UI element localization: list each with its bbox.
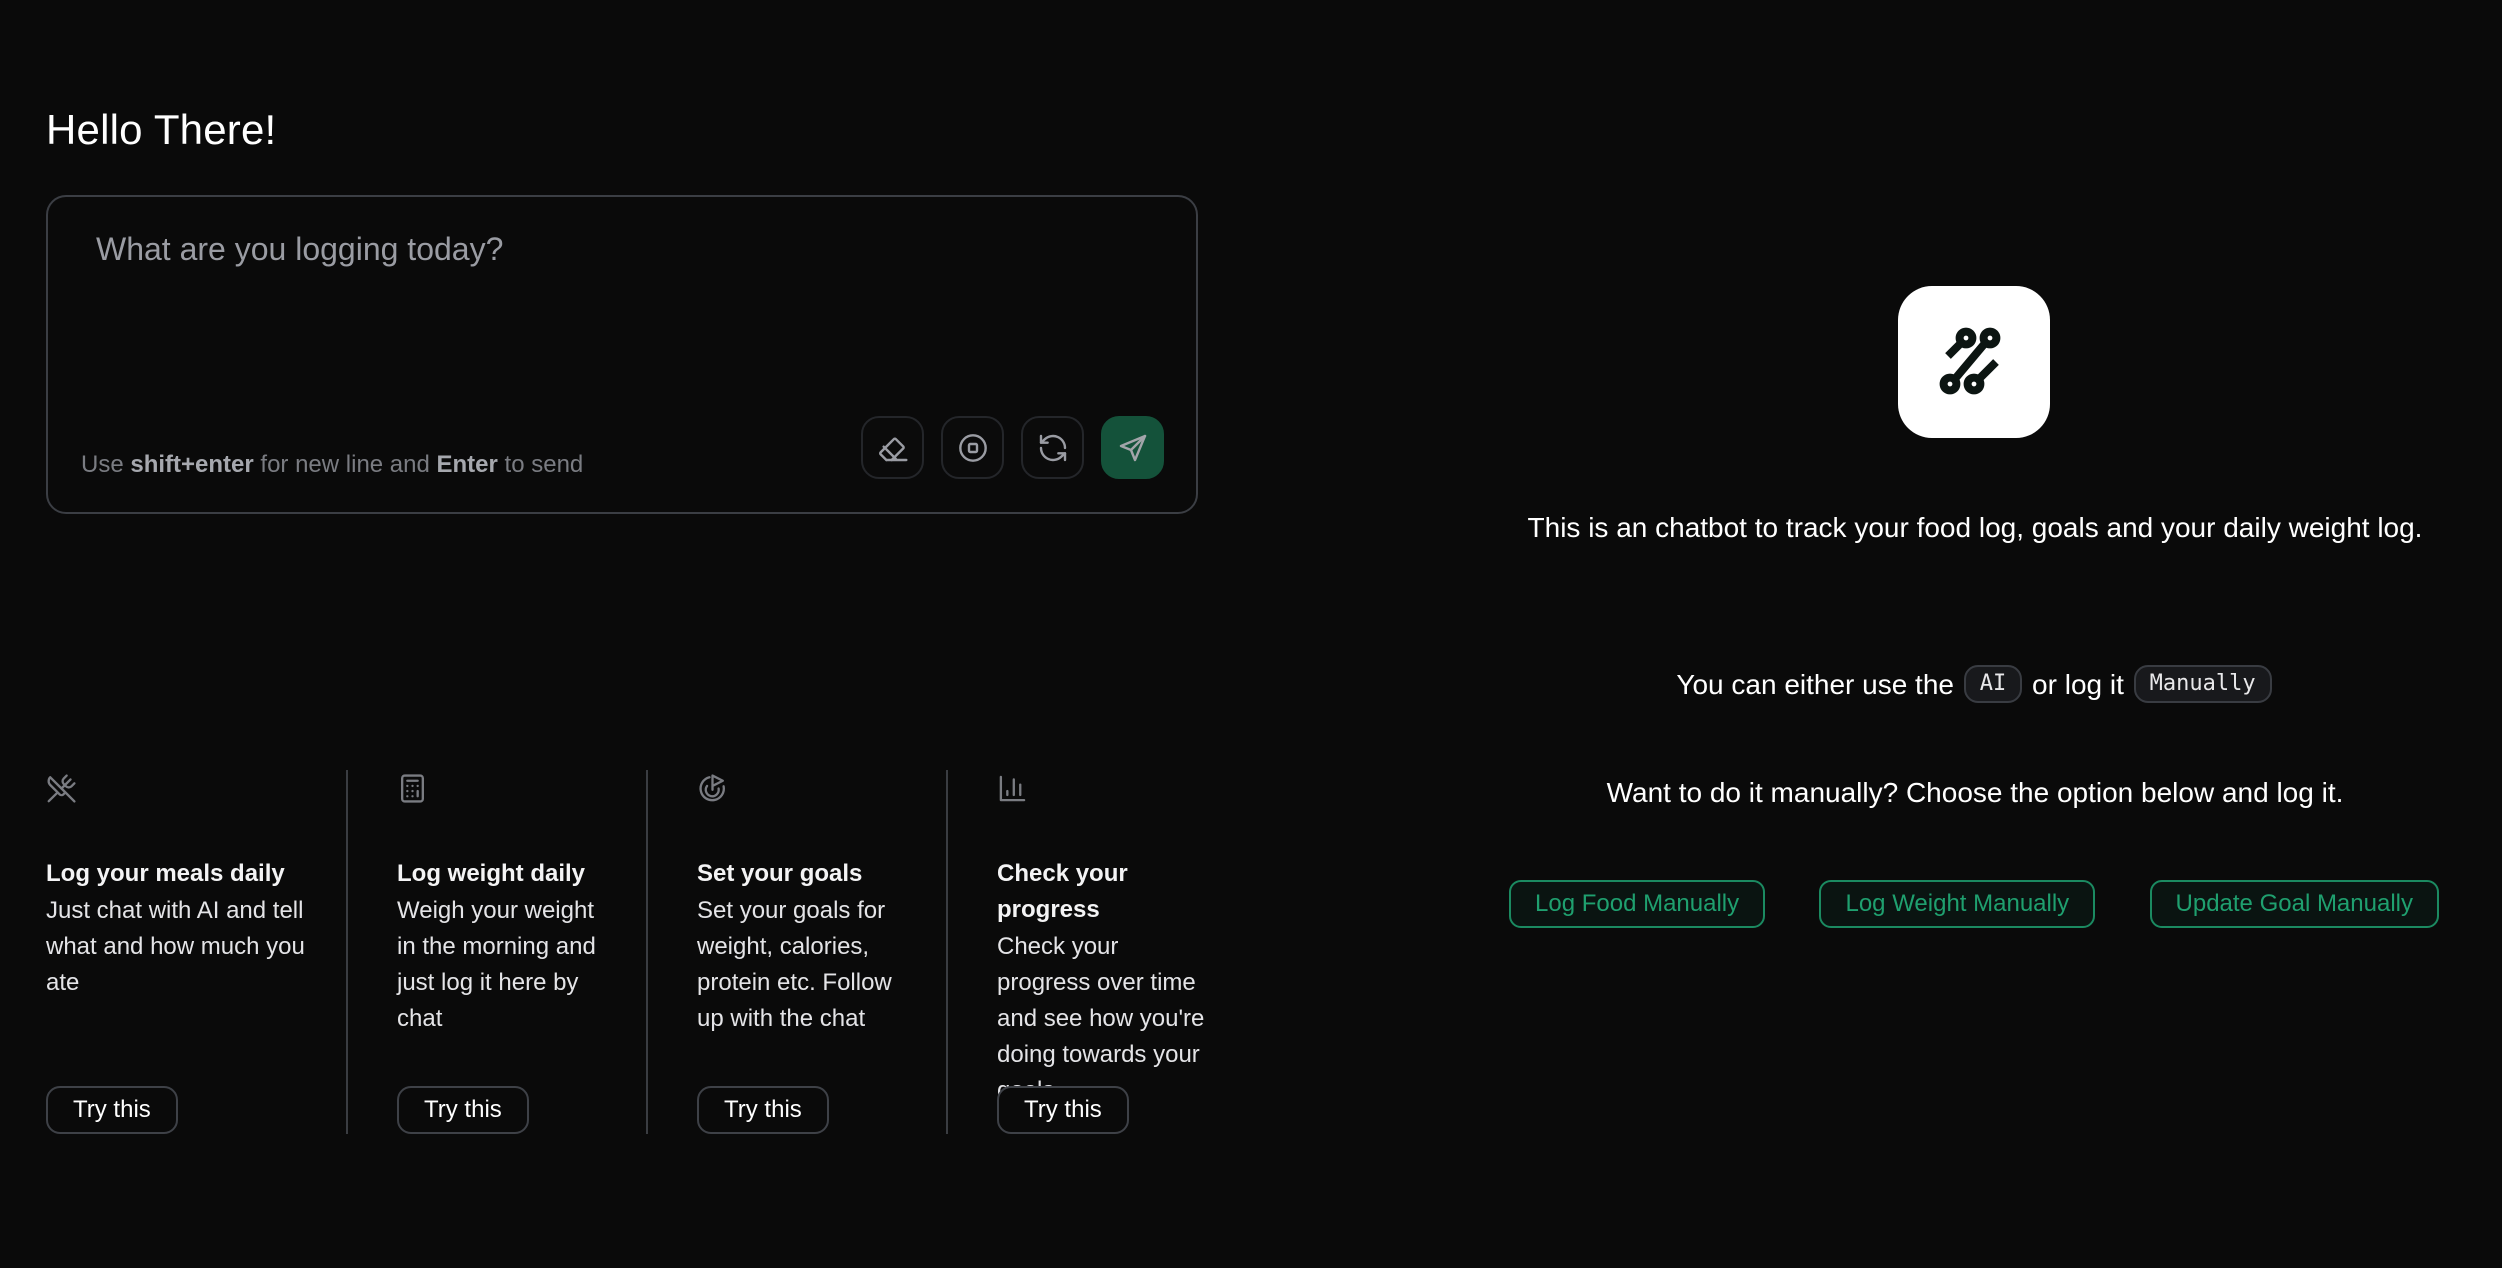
- feature-card: Log weight daily Weigh your weight in th…: [346, 770, 646, 1134]
- hint-text: to send: [497, 451, 584, 478]
- mode-text: You can either use the AI or log it Manu…: [1500, 662, 2450, 708]
- input-hint: Use shift+enter for new line and Enter t…: [81, 451, 583, 479]
- hint-text: for new line and: [253, 451, 437, 478]
- hint-text: Use: [81, 451, 131, 478]
- regenerate-button[interactable]: [1021, 416, 1084, 479]
- mode-text-prefix: You can either use the: [1676, 669, 1954, 700]
- info-panel: This is an chatbot to track your food lo…: [1500, 0, 2450, 1268]
- feature-description: Weigh your weight in the morning and jus…: [397, 897, 596, 1032]
- goal-icon: [699, 774, 725, 802]
- try-this-button[interactable]: Try this: [997, 1086, 1129, 1134]
- chat-input[interactable]: [96, 231, 1136, 381]
- feature-card: Check your progress Check your progress …: [946, 770, 1246, 1134]
- update-goal-manually-button[interactable]: Update Goal Manually: [2149, 880, 2439, 928]
- refresh-icon: [1039, 434, 1066, 461]
- log-weight-manually-button[interactable]: Log Weight Manually: [1819, 880, 2096, 928]
- manual-prompt: Want to do it manually? Choose the optio…: [1606, 777, 2344, 808]
- feature-title: Log weight daily: [397, 860, 586, 887]
- try-this-button[interactable]: Try this: [46, 1086, 178, 1134]
- stop-button[interactable]: [941, 416, 1004, 479]
- feature-title: Check your progress: [997, 860, 1128, 923]
- utensils-crossed-icon: [47, 774, 76, 803]
- ai-pill: AI: [1963, 664, 2023, 703]
- hint-key-enter: Enter: [436, 451, 498, 478]
- calculator-icon: [401, 774, 424, 803]
- send-button[interactable]: [1101, 416, 1164, 479]
- chat-composer: Use shift+enter for new line and Enter t…: [46, 195, 1198, 514]
- feature-description: Check your progress over time and see ho…: [997, 933, 1205, 1104]
- send-icon: [1119, 434, 1146, 461]
- feature-list: Log your meals daily Just chat with AI a…: [46, 770, 1246, 1134]
- feature-description: Set your goals for weight, calories, pro…: [697, 897, 892, 1032]
- clear-button[interactable]: [861, 416, 924, 479]
- hint-key-shift-enter: shift+enter: [130, 451, 254, 478]
- bar-chart-icon: [999, 775, 1026, 802]
- eraser-icon: [878, 437, 908, 461]
- try-this-button[interactable]: Try this: [397, 1086, 529, 1134]
- composer-actions: [861, 416, 1164, 479]
- manually-pill: Manually: [2133, 664, 2272, 703]
- mode-text-middle: or log it: [2032, 669, 2124, 700]
- feature-title: Set your goals: [697, 860, 863, 887]
- stop-icon: [958, 433, 987, 462]
- feature-card: Log your meals daily Just chat with AI a…: [46, 770, 346, 1134]
- log-food-manually-button[interactable]: Log Food Manually: [1509, 880, 1766, 928]
- page-title: Hello There!: [46, 106, 277, 153]
- page: Hello There! Use shift+enter for new lin…: [0, 0, 2502, 1268]
- try-this-button[interactable]: Try this: [697, 1086, 829, 1134]
- feature-card: Set your goals Set your goals for weight…: [646, 770, 946, 1134]
- feature-description: Just chat with AI and tell what and how …: [46, 897, 305, 996]
- feature-title: Log your meals daily: [46, 860, 285, 887]
- intro-text: This is an chatbot to track your food lo…: [1527, 512, 2423, 543]
- manual-actions: Log Food Manually Log Weight Manually Up…: [1509, 880, 2439, 928]
- app-logo: [1898, 286, 2050, 438]
- circuit-logo-icon: [1939, 327, 2001, 395]
